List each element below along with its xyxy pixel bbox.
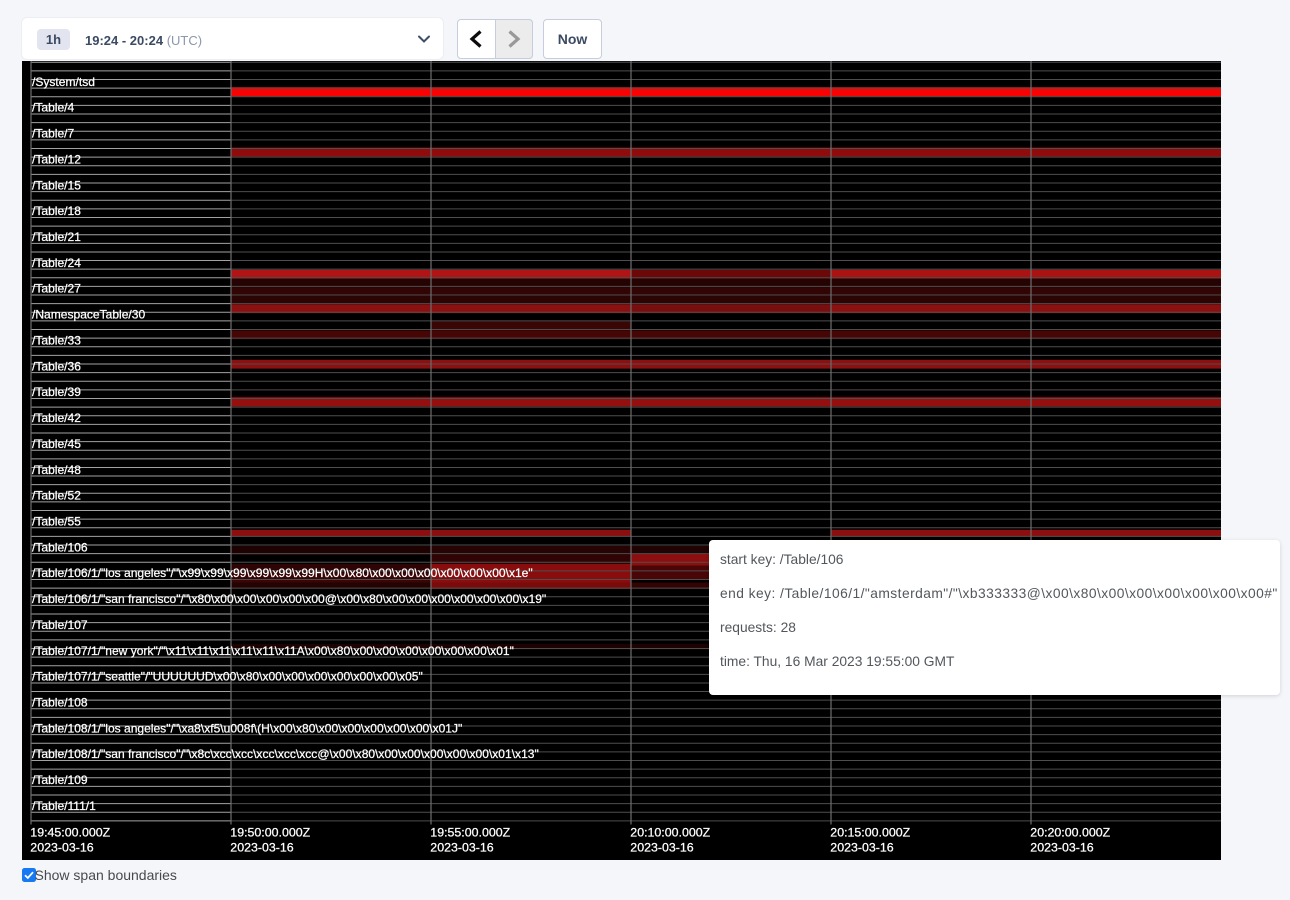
svg-text:2023-03-16: 2023-03-16 bbox=[430, 841, 493, 855]
svg-text:/Table/4: /Table/4 bbox=[32, 101, 74, 115]
svg-text:19:45:00.000Z: 19:45:00.000Z bbox=[30, 826, 110, 840]
svg-text:/Table/24: /Table/24 bbox=[32, 256, 81, 270]
svg-text:/Table/52: /Table/52 bbox=[32, 489, 81, 503]
svg-text:/Table/48: /Table/48 bbox=[32, 463, 81, 477]
svg-text:/Table/108/1/"san francisco"/": /Table/108/1/"san francisco"/"\x8c\xcc\x… bbox=[32, 747, 539, 761]
svg-text:/Table/12: /Table/12 bbox=[32, 152, 81, 166]
svg-text:19:50:00.000Z: 19:50:00.000Z bbox=[230, 826, 310, 840]
svg-text:/NamespaceTable/30: /NamespaceTable/30 bbox=[32, 308, 145, 322]
svg-text:/Table/33: /Table/33 bbox=[32, 334, 81, 348]
svg-text:/Table/39: /Table/39 bbox=[32, 385, 81, 399]
svg-text:20:10:00.000Z: 20:10:00.000Z bbox=[630, 826, 710, 840]
svg-text:/Table/109: /Table/109 bbox=[32, 773, 88, 787]
svg-text:/Table/27: /Table/27 bbox=[32, 282, 81, 296]
svg-text:20:20:00.000Z: 20:20:00.000Z bbox=[1030, 826, 1110, 840]
svg-text:/Table/45: /Table/45 bbox=[32, 437, 81, 451]
svg-text:/Table/15: /Table/15 bbox=[32, 178, 81, 192]
svg-text:/Table/108/1/"los angeles"/"\x: /Table/108/1/"los angeles"/"\xa8\xf5\u00… bbox=[32, 721, 462, 735]
svg-text:/Table/111/1: /Table/111/1 bbox=[32, 799, 96, 813]
svg-text:/Table/106/1/"los angeles"/"\x: /Table/106/1/"los angeles"/"\x99\x99\x99… bbox=[32, 566, 533, 580]
svg-text:/Table/55: /Table/55 bbox=[32, 515, 81, 529]
svg-text:/Table/107/1/"seattle"/"UUUUUU: /Table/107/1/"seattle"/"UUUUUUD\x00\x80\… bbox=[32, 670, 423, 684]
svg-text:/Table/107/1/"new york"/"\x11\: /Table/107/1/"new york"/"\x11\x11\x11\x1… bbox=[32, 644, 514, 658]
svg-text:/Table/106: /Table/106 bbox=[32, 540, 88, 554]
svg-text:/Table/108: /Table/108 bbox=[32, 696, 88, 710]
svg-text:/Table/7: /Table/7 bbox=[32, 127, 74, 141]
svg-text:/Table/106/1/"san francisco"/": /Table/106/1/"san francisco"/"\x80\x00\x… bbox=[32, 592, 546, 606]
svg-text:/Table/36: /Table/36 bbox=[32, 359, 81, 373]
svg-text:19:55:00.000Z: 19:55:00.000Z bbox=[430, 826, 510, 840]
svg-text:/Table/42: /Table/42 bbox=[32, 411, 81, 425]
svg-text:2023-03-16: 2023-03-16 bbox=[30, 841, 93, 855]
svg-text:20:15:00.000Z: 20:15:00.000Z bbox=[830, 826, 910, 840]
svg-text:2023-03-16: 2023-03-16 bbox=[830, 841, 893, 855]
svg-text:2023-03-16: 2023-03-16 bbox=[1030, 841, 1093, 855]
svg-text:/Table/18: /Table/18 bbox=[32, 204, 81, 218]
svg-text:/Table/21: /Table/21 bbox=[32, 230, 81, 244]
svg-text:/System/tsd: /System/tsd bbox=[32, 75, 95, 89]
svg-text:/Table/107: /Table/107 bbox=[32, 618, 88, 632]
svg-text:2023-03-16: 2023-03-16 bbox=[630, 841, 693, 855]
svg-text:2023-03-16: 2023-03-16 bbox=[230, 841, 293, 855]
